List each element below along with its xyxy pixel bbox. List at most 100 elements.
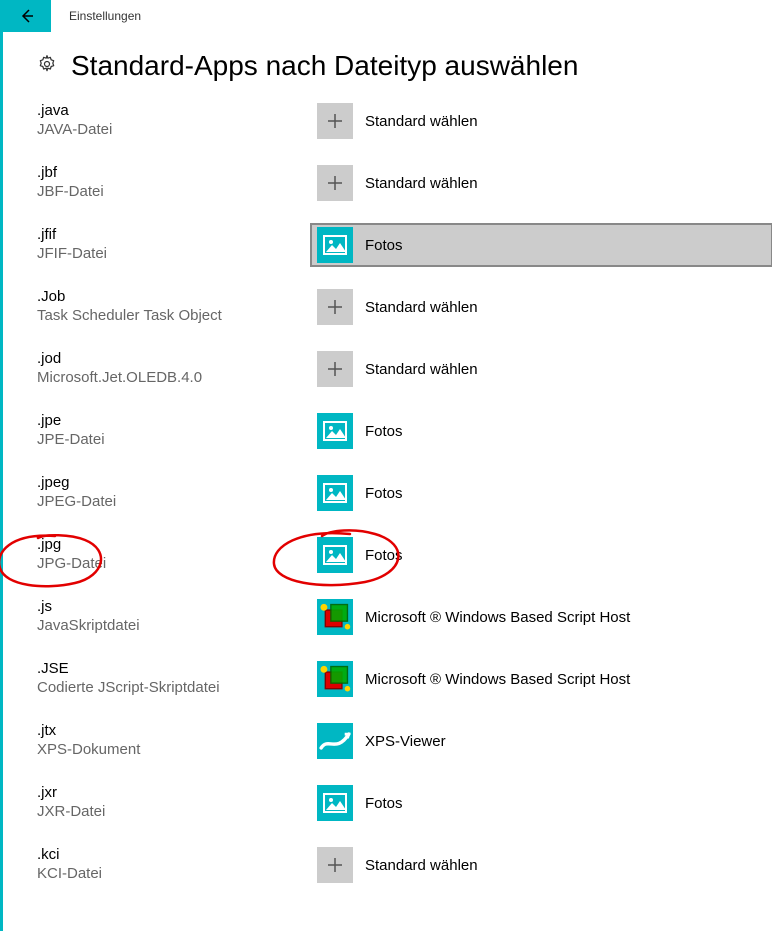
default-app-button[interactable]: Fotos: [317, 534, 772, 576]
extension-name: .jpg: [37, 536, 317, 553]
extension-name: .java: [37, 102, 317, 119]
extension-name: .jxr: [37, 784, 317, 801]
extension-description: Codierte JScript-Skriptdatei: [37, 679, 317, 696]
extension-description: Task Scheduler Task Object: [37, 307, 317, 324]
extension-description: JXR-Datei: [37, 803, 317, 820]
plus-icon: [317, 847, 353, 883]
extension-description: JPE-Datei: [37, 431, 317, 448]
photos-icon: [317, 537, 353, 573]
extension-column: .jfif JFIF-Datei: [37, 224, 317, 262]
app-label: Fotos: [365, 237, 403, 254]
extension-description: JFIF-Datei: [37, 245, 317, 262]
extension-description: JBF-Datei: [37, 183, 317, 200]
app-label: Fotos: [365, 423, 403, 440]
extension-name: .jpeg: [37, 474, 317, 491]
extension-name: .jtx: [37, 722, 317, 739]
file-type-row: .java JAVA-Datei Standard wählen: [37, 100, 772, 162]
extension-column: .js JavaSkriptdatei: [37, 596, 317, 634]
window-title: Einstellungen: [69, 9, 141, 23]
plus-icon: [317, 351, 353, 387]
page-title: Standard-Apps nach Dateityp auswählen: [71, 50, 578, 82]
extension-description: JAVA-Datei: [37, 121, 317, 138]
photos-icon: [317, 227, 353, 263]
back-button[interactable]: [3, 0, 51, 32]
default-app-button[interactable]: Microsoft ® Windows Based Script Host: [317, 596, 772, 638]
extension-name: .jpe: [37, 412, 317, 429]
extension-column: .Job Task Scheduler Task Object: [37, 286, 317, 324]
default-app-button[interactable]: XPS-Viewer: [317, 720, 772, 762]
app-label: Fotos: [365, 547, 403, 564]
app-label: Standard wählen: [365, 361, 478, 378]
extension-column: .jtx XPS-Dokument: [37, 720, 317, 758]
default-app-button[interactable]: Fotos: [317, 472, 772, 514]
extension-description: KCI-Datei: [37, 865, 317, 882]
app-label: Fotos: [365, 485, 403, 502]
extension-name: .jfif: [37, 226, 317, 243]
extension-name: .jod: [37, 350, 317, 367]
extension-column: .kci KCI-Datei: [37, 844, 317, 882]
arrow-left-icon: [19, 8, 35, 24]
extension-column: .jbf JBF-Datei: [37, 162, 317, 200]
app-label: Standard wählen: [365, 299, 478, 316]
file-type-row: .jpe JPE-Datei Fotos: [37, 410, 772, 472]
xps-icon: [317, 723, 353, 759]
file-type-row: .jod Microsoft.Jet.OLEDB.4.0 Standard wähl…: [37, 348, 772, 410]
default-app-button[interactable]: Fotos: [311, 224, 772, 266]
gear-icon: [37, 54, 57, 79]
extension-description: JPEG-Datei: [37, 493, 317, 510]
extension-description: Microsoft.Jet.OLEDB.4.0: [37, 369, 317, 386]
script-icon: [317, 599, 353, 635]
file-type-row: .jbf JBF-Datei Standard wählen: [37, 162, 772, 224]
file-type-row: .jpg JPG-Datei Fotos: [37, 534, 772, 596]
script-icon: [317, 661, 353, 697]
default-app-button[interactable]: Fotos: [317, 782, 772, 824]
extension-name: .js: [37, 598, 317, 615]
default-app-button[interactable]: Standard wählen: [317, 844, 772, 886]
extension-description: JavaSkriptdatei: [37, 617, 317, 634]
app-label: Fotos: [365, 795, 403, 812]
extension-column: .jxr JXR-Datei: [37, 782, 317, 820]
plus-icon: [317, 289, 353, 325]
extension-name: .Job: [37, 288, 317, 305]
file-type-row: .jfif JFIF-Datei Fotos: [37, 224, 772, 286]
extension-column: .java JAVA-Datei: [37, 100, 317, 138]
default-app-button[interactable]: Standard wählen: [317, 100, 772, 142]
extension-name: .jbf: [37, 164, 317, 181]
app-label: Microsoft ® Windows Based Script Host: [365, 671, 630, 688]
photos-icon: [317, 475, 353, 511]
file-type-row: .JSE Codierte JScript-Skriptdatei Microsof…: [37, 658, 772, 720]
plus-icon: [317, 165, 353, 201]
file-type-row: .Job Task Scheduler Task Object Standard w…: [37, 286, 772, 348]
default-app-button[interactable]: Standard wählen: [317, 162, 772, 204]
photos-icon: [317, 413, 353, 449]
file-type-row: .jtx XPS-Dokument XPS-Viewer: [37, 720, 772, 782]
extension-description: JPG-Datei: [37, 555, 317, 572]
extension-column: .jpg JPG-Datei: [37, 534, 317, 572]
file-type-row: .jxr JXR-Datei Fotos: [37, 782, 772, 844]
photos-icon: [317, 785, 353, 821]
default-app-button[interactable]: Microsoft ® Windows Based Script Host: [317, 658, 772, 700]
file-type-row: .jpeg JPEG-Datei Fotos: [37, 472, 772, 534]
content-area: Standard-Apps nach Dateityp auswählen .j…: [0, 32, 772, 931]
default-app-button[interactable]: Standard wählen: [317, 348, 772, 390]
page-header: Standard-Apps nach Dateityp auswählen: [37, 50, 772, 82]
extension-column: .JSE Codierte JScript-Skriptdatei: [37, 658, 317, 696]
extension-name: .kci: [37, 846, 317, 863]
extension-description: XPS-Dokument: [37, 741, 317, 758]
extension-column: .jpe JPE-Datei: [37, 410, 317, 448]
app-label: Standard wählen: [365, 857, 478, 874]
file-type-row: .kci KCI-Datei Standard wählen: [37, 844, 772, 906]
app-label: Standard wählen: [365, 113, 478, 130]
extension-column: .jpeg JPEG-Datei: [37, 472, 317, 510]
default-app-button[interactable]: Standard wählen: [317, 286, 772, 328]
app-label: Standard wählen: [365, 175, 478, 192]
app-label: XPS-Viewer: [365, 733, 446, 750]
titlebar: Einstellungen: [0, 0, 772, 32]
file-type-row: .js JavaSkriptdatei Microsoft ® Windows Ba…: [37, 596, 772, 658]
extension-name: .JSE: [37, 660, 317, 677]
app-label: Microsoft ® Windows Based Script Host: [365, 609, 630, 626]
file-type-list: .java JAVA-Datei Standard wählen .jbf JBF-Da…: [37, 100, 772, 906]
default-app-button[interactable]: Fotos: [317, 410, 772, 452]
extension-column: .jod Microsoft.Jet.OLEDB.4.0: [37, 348, 317, 386]
plus-icon: [317, 103, 353, 139]
